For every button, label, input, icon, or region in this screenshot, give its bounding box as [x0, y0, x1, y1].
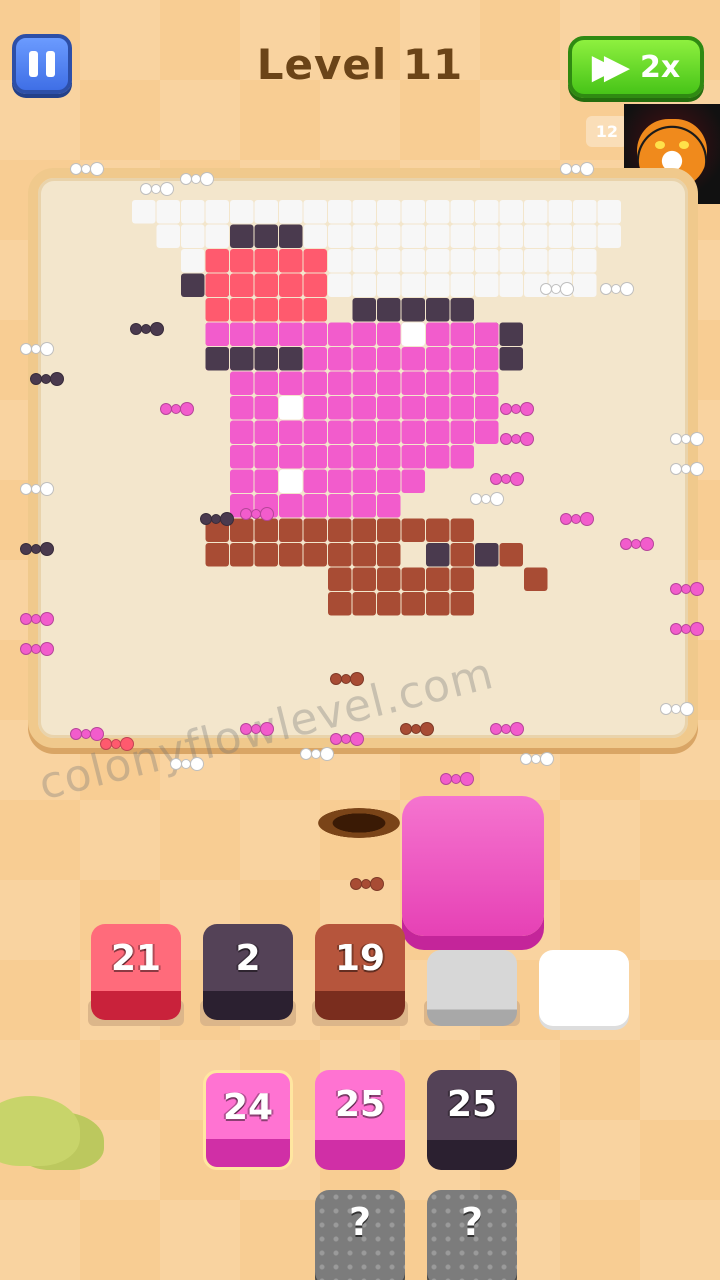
ant-icon [100, 735, 134, 753]
ant-icon [30, 370, 64, 388]
slot-tile-red[interactable]: 21 [91, 924, 181, 1020]
ant-icon [160, 400, 194, 418]
ant-icon [20, 610, 54, 628]
ant-icon [20, 340, 54, 358]
held-pink-block[interactable] [402, 796, 544, 936]
ant-icon [670, 430, 704, 448]
ant-icon [520, 750, 554, 768]
ant-icon [490, 470, 524, 488]
mystery-tile[interactable]: ? [427, 1190, 517, 1280]
slot-count: 2 [235, 938, 261, 979]
question-mark-icon: ? [460, 1200, 484, 1244]
ant-icon [540, 280, 574, 298]
ant-icon [300, 745, 334, 763]
ant-icon [500, 430, 534, 448]
ant-icon [330, 670, 364, 688]
ant-icon [620, 535, 654, 553]
queue-count: 24 [222, 1087, 274, 1128]
ant-icon [20, 640, 54, 658]
ant-icon [350, 875, 384, 893]
ant-icon [660, 700, 694, 718]
slot-count: 19 [334, 938, 386, 979]
ant-icon [400, 720, 434, 738]
question-mark-icon: ? [348, 1200, 372, 1244]
ant-icon [500, 400, 534, 418]
speed-label: 2x [640, 49, 681, 85]
slot-empty[interactable] [539, 950, 629, 1026]
slot-tile-dark[interactable]: 2 [203, 924, 293, 1020]
ant-icon [560, 510, 594, 528]
ant-icon [130, 320, 164, 338]
ant-icon [20, 540, 54, 558]
ant-icon [70, 160, 104, 178]
slot-empty[interactable] [427, 950, 517, 1026]
ant-icon [490, 720, 524, 738]
queue-tile-pink[interactable]: 24 [203, 1070, 293, 1170]
ant-icon [600, 280, 634, 298]
ant-icon [670, 620, 704, 638]
ant-icon [670, 580, 704, 598]
fast-forward-icon: ▶▶ [591, 47, 630, 87]
ant-icon [240, 505, 274, 523]
mystery-tile[interactable]: ? [315, 1190, 405, 1280]
ant-icon [140, 180, 174, 198]
queue-count: 25 [446, 1084, 498, 1125]
ant-icon [170, 755, 204, 773]
queue-tile-dark[interactable]: 25 [427, 1070, 517, 1170]
ant-icon [200, 510, 234, 528]
ant-icon [670, 460, 704, 478]
ant-icon [560, 160, 594, 178]
ant-icon [440, 770, 474, 788]
slot-count: 21 [110, 938, 162, 979]
ant-icon [20, 480, 54, 498]
ant-icon [470, 490, 504, 508]
speed-button[interactable]: ▶▶ 2x [568, 36, 704, 98]
queue-count: 25 [334, 1084, 386, 1125]
ant-icon [70, 725, 104, 743]
slot-tile-brown[interactable]: 19 [315, 924, 405, 1020]
ant-hole [318, 808, 400, 838]
ant-icon [180, 170, 214, 188]
corner-counter: 12 [585, 116, 628, 147]
queue-tile-pink[interactable]: 25 [315, 1070, 405, 1170]
ant-icon [240, 720, 274, 738]
ant-icon [330, 730, 364, 748]
